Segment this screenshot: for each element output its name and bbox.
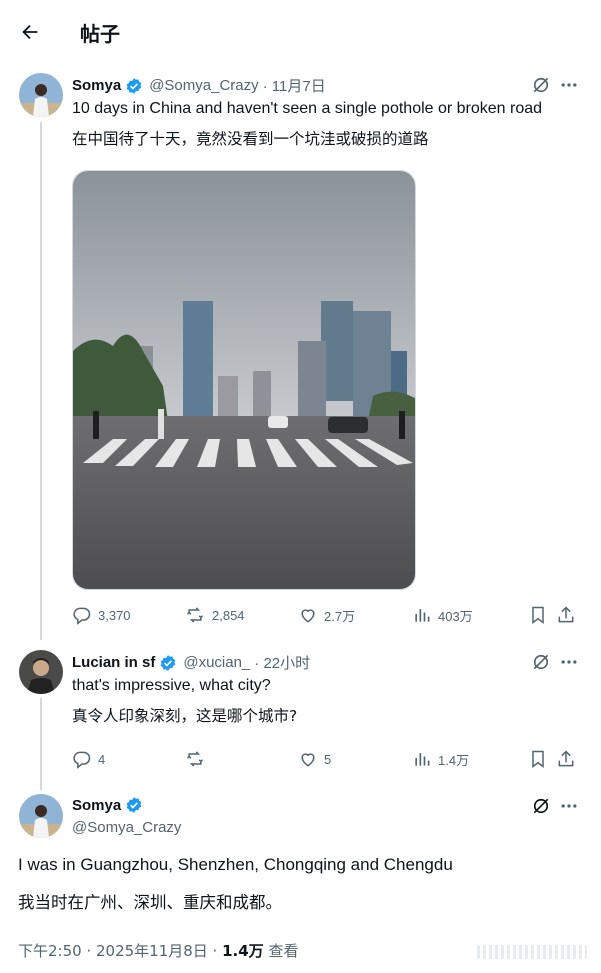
tweet-text-translation: 真令人印象深刻，这是哪个城市? bbox=[72, 707, 298, 725]
author-row: Somya bbox=[72, 796, 143, 814]
views-count: 403万 bbox=[438, 608, 473, 624]
tweet-text-translation: 我当时在广州、深圳、重庆和成都。 bbox=[18, 893, 282, 912]
thread-line bbox=[40, 122, 42, 640]
share-button[interactable] bbox=[556, 605, 580, 625]
author-handle-row: @Somya_Crazy bbox=[72, 819, 181, 836]
author-name[interactable]: Lucian in sf bbox=[72, 654, 155, 671]
reply-count: 4 bbox=[98, 751, 106, 767]
share-icon bbox=[558, 606, 574, 623]
watermark bbox=[477, 945, 587, 959]
verified-icon bbox=[125, 77, 143, 95]
top-bar: 帖子 bbox=[0, 0, 601, 62]
reply-icon bbox=[73, 607, 91, 625]
author-handle[interactable]: @Somya_Crazy bbox=[149, 77, 258, 94]
reply-count: 3,370 bbox=[98, 607, 131, 623]
like-button[interactable]: 5 bbox=[298, 749, 412, 769]
views-label: 查看 bbox=[263, 942, 299, 960]
author-handle[interactable]: @xucian_ bbox=[183, 654, 250, 671]
share-icon bbox=[558, 750, 574, 767]
avatar[interactable] bbox=[19, 650, 63, 694]
post-date[interactable]: · 11月7日 bbox=[263, 75, 326, 96]
repost-count: 2,854 bbox=[212, 607, 245, 623]
bookmark-button[interactable] bbox=[528, 749, 556, 769]
more-icon[interactable] bbox=[558, 795, 580, 817]
grok-icon[interactable] bbox=[530, 795, 552, 817]
reply-icon bbox=[73, 751, 91, 769]
bookmark-icon bbox=[532, 606, 544, 624]
grok-icon[interactable] bbox=[530, 74, 552, 96]
views-count: 1.4万 bbox=[438, 752, 470, 768]
like-icon bbox=[301, 753, 315, 767]
post-timestamp[interactable]: 下午2:50 · 2025年11月8日 · bbox=[18, 942, 222, 960]
author-row: Somya @Somya_Crazy · 11月7日 bbox=[72, 75, 326, 96]
tweet-actions: 4 5 1.4万 bbox=[72, 747, 582, 771]
tweet-actions: 3,370 2,854 2.7万 403万 bbox=[72, 603, 582, 627]
reply-button[interactable]: 3,370 bbox=[72, 605, 184, 625]
avatar[interactable] bbox=[19, 794, 63, 838]
verified-icon bbox=[125, 796, 143, 814]
reply-button[interactable]: 4 bbox=[72, 749, 184, 769]
back-button[interactable] bbox=[12, 14, 48, 50]
share-button[interactable] bbox=[556, 749, 580, 769]
repost-button[interactable] bbox=[184, 749, 298, 769]
views-count: 1.4万 bbox=[222, 942, 264, 960]
views-button[interactable]: 403万 bbox=[412, 605, 528, 625]
bookmark-button[interactable] bbox=[528, 605, 556, 625]
avatar[interactable] bbox=[19, 73, 63, 117]
like-icon bbox=[301, 609, 315, 623]
tweet-text-translation: 在中国待了十天，竟然没看到一个坑洼或破损的道路 bbox=[72, 130, 429, 148]
like-button[interactable]: 2.7万 bbox=[298, 605, 412, 625]
views-icon bbox=[415, 753, 430, 766]
views-button[interactable]: 1.4万 bbox=[412, 749, 528, 769]
grok-icon[interactable] bbox=[530, 651, 552, 673]
post-meta: 下午2:50 · 2025年11月8日 · 1.4万 查看 bbox=[18, 940, 298, 961]
tweet-text: 10 days in China and haven't seen a sing… bbox=[72, 100, 543, 117]
tweet-text: that's impressive, what city? bbox=[72, 677, 271, 694]
author-name[interactable]: Somya bbox=[72, 77, 121, 94]
repost-button[interactable]: 2,854 bbox=[184, 605, 298, 625]
author-name[interactable]: Somya bbox=[72, 797, 121, 814]
back-arrow-icon bbox=[22, 24, 38, 40]
views-icon bbox=[415, 609, 430, 622]
post-photo[interactable] bbox=[72, 170, 416, 590]
bookmark-icon bbox=[532, 750, 544, 768]
page-title: 帖子 bbox=[80, 22, 120, 46]
repost-icon bbox=[186, 751, 204, 767]
repost-icon bbox=[186, 607, 204, 623]
more-icon[interactable] bbox=[558, 74, 580, 96]
author-row: Lucian in sf @xucian_ · 22小时 bbox=[72, 652, 310, 673]
post-date[interactable]: · 22小时 bbox=[254, 652, 310, 673]
like-count: 2.7万 bbox=[324, 608, 356, 624]
author-handle[interactable]: @Somya_Crazy bbox=[72, 819, 181, 836]
more-icon[interactable] bbox=[558, 651, 580, 673]
thread-line bbox=[40, 698, 42, 790]
verified-icon bbox=[159, 654, 177, 672]
like-count: 5 bbox=[324, 751, 332, 767]
tweet-text: I was in Guangzhou, Shenzhen, Chongqing … bbox=[18, 855, 453, 874]
